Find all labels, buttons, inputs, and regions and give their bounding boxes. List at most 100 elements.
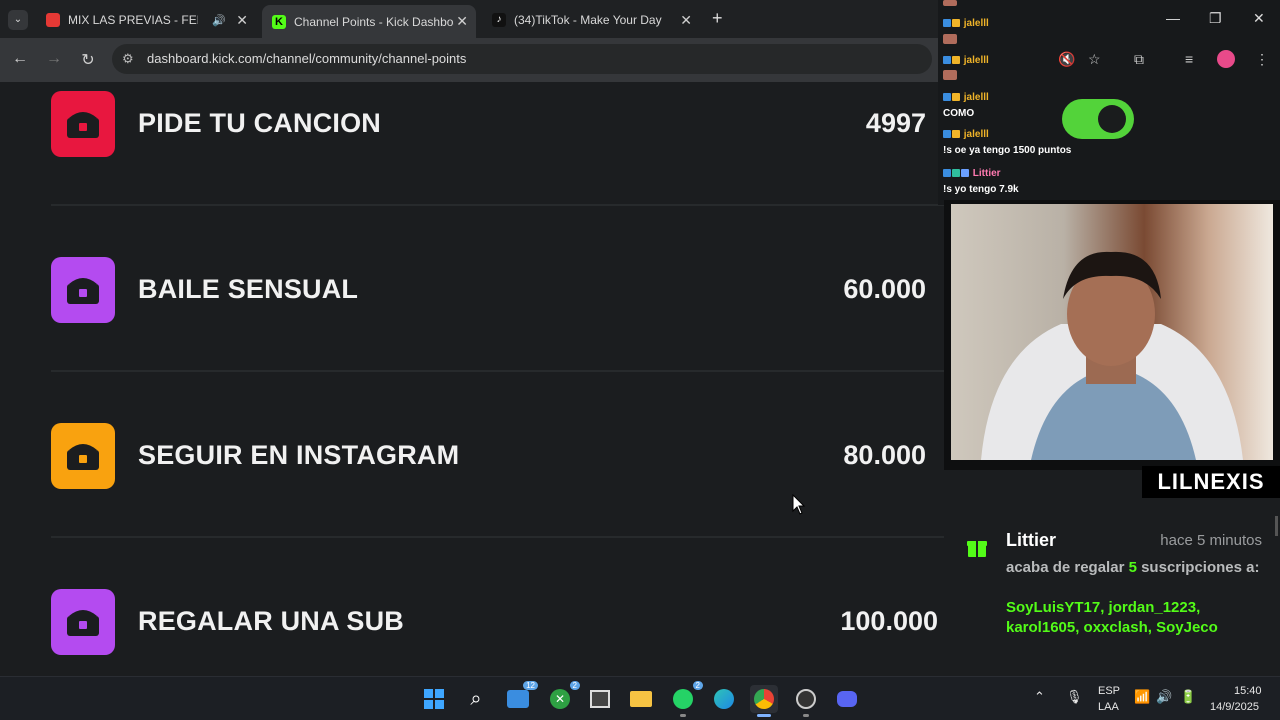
mute-icon[interactable]: 🔇 [1058, 51, 1075, 68]
tab-youtube[interactable]: MIX LAS PREVIAS - FER 🔊 ✕ [36, 6, 256, 34]
new-tab-button[interactable]: + [712, 8, 723, 29]
gift-count: 5 [1128, 559, 1137, 576]
mouse-cursor-icon [792, 494, 806, 515]
badge-icon [943, 19, 951, 28]
chat-line: jalelll [943, 129, 989, 140]
xbox-badge: 2 [569, 681, 580, 690]
tab-close-icon[interactable]: ✕ [236, 12, 248, 29]
toggle-switch[interactable] [1062, 99, 1134, 139]
chat-message: COMO [943, 108, 975, 119]
start-button[interactable] [420, 685, 448, 713]
back-button[interactable]: ← [10, 50, 30, 68]
divider [51, 536, 944, 538]
language-bottom[interactable]: LAA [1098, 701, 1119, 713]
obs-icon[interactable] [792, 685, 820, 717]
microphone-icon[interactable]: 🎙 [1066, 689, 1083, 705]
reward-row[interactable]: BAILE SENSUAL 60.000 [0, 248, 944, 348]
mail-icon[interactable]: 12 [504, 681, 538, 713]
edge-icon[interactable] [710, 685, 738, 713]
crown-icon [952, 56, 960, 65]
reward-chest-icon [51, 589, 115, 655]
badge-icon [961, 169, 969, 178]
app-icon[interactable] [586, 685, 614, 713]
reward-title: BAILE SENSUAL [138, 274, 359, 304]
crown-icon [952, 130, 960, 139]
xbox-icon[interactable]: ✕ 2 [546, 681, 580, 713]
emote-icon [943, 70, 957, 80]
reward-row[interactable]: REGALAR UNA SUB 100.000 [0, 580, 944, 676]
url-text: dashboard.kick.com/channel/community/cha… [147, 51, 467, 66]
restore-button[interactable]: ❐ [1209, 10, 1222, 27]
scrollbar[interactable] [1275, 516, 1278, 536]
clock-time[interactable]: 15:40 [1234, 685, 1262, 697]
minimize-button[interactable]: — [1166, 10, 1180, 26]
chat-line: jalelll [943, 18, 989, 29]
reward-cost: 100.000 [840, 606, 938, 636]
url-field[interactable]: ⚙ dashboard.kick.com/channel/community/c… [112, 44, 932, 74]
extensions-icon[interactable]: ⧉ [1134, 51, 1144, 68]
reward-chest-icon [51, 423, 115, 489]
badge-icon [943, 93, 951, 102]
emote-icon [943, 0, 957, 6]
running-indicator [680, 714, 686, 717]
reward-chest-icon [51, 91, 115, 157]
whatsapp-badge: 2 [692, 681, 703, 690]
chrome-icon[interactable] [750, 685, 778, 717]
battery-icon[interactable]: 🔋 [1180, 689, 1196, 705]
clock-date[interactable]: 14/9/2025 [1210, 701, 1259, 713]
site-info-icon[interactable]: ⚙ [122, 44, 134, 74]
tab-close-icon[interactable]: ✕ [680, 12, 692, 29]
tab-youtube-label: MIX LAS PREVIAS - FER [68, 13, 198, 27]
reward-cost: 4997 [865, 108, 926, 138]
reward-title: REGALAR UNA SUB [138, 606, 404, 636]
tab-tiktok[interactable]: ♪ (34)TikTok - Make Your Day ✕ [482, 6, 700, 34]
gift-message-pre: acaba de regalar [1006, 559, 1125, 576]
forward-button[interactable]: → [44, 50, 64, 68]
tab-close-icon[interactable]: ✕ [456, 13, 468, 30]
running-indicator [757, 714, 771, 717]
webcam-feed [944, 200, 1280, 470]
tab-search-button[interactable]: ⌄ [8, 10, 28, 30]
media-icon[interactable]: ≡ [1185, 51, 1193, 67]
reload-button[interactable]: ↻ [78, 50, 98, 70]
reward-chest-icon [51, 257, 115, 323]
menu-icon[interactable]: ⋮ [1255, 51, 1269, 68]
divider [51, 370, 944, 372]
windows-icon [424, 689, 444, 709]
mail-badge: 12 [523, 681, 538, 690]
language-top[interactable]: ESP [1098, 685, 1120, 697]
gift-message: acaba de regalar 5 suscripciones a: [1006, 558, 1266, 578]
youtube-icon [46, 13, 60, 27]
toggle-knob [1098, 105, 1126, 133]
chat-line: Littier [943, 168, 1001, 179]
kick-icon: K [272, 14, 286, 29]
close-window-button[interactable]: ✕ [1253, 10, 1265, 27]
file-explorer-icon[interactable] [627, 685, 655, 713]
volume-icon[interactable]: 🔊 [1156, 689, 1172, 705]
badge-icon [943, 130, 951, 139]
whatsapp-icon[interactable]: 2 [669, 681, 703, 717]
search-icon[interactable]: ⌕ [462, 685, 490, 713]
gift-message-post: suscripciones a: [1141, 559, 1260, 576]
emote-icon [943, 34, 957, 44]
star-icon[interactable]: ☆ [1088, 51, 1101, 68]
chat-message: !s oe ya tengo 1500 puntos [943, 145, 1072, 156]
gift-recipients: SoyLuisYT17, jordan_1223, karol1605, oxx… [1006, 599, 1218, 636]
reward-cost: 80.000 [843, 440, 926, 470]
chevron-up-icon[interactable]: ⌃ [1034, 689, 1045, 705]
streamer-silhouette [981, 251, 1243, 460]
reward-cost: 60.000 [843, 274, 926, 304]
profile-avatar[interactable] [1217, 50, 1235, 68]
channel-points-list: PIDE TU CANCION 4997 BAILE SENSUAL 60.00… [0, 82, 944, 676]
running-indicator [803, 714, 809, 717]
reward-row[interactable]: PIDE TU CANCION 4997 [0, 82, 944, 182]
tab-channel-points[interactable]: K Channel Points - Kick Dashboar ✕ [262, 5, 476, 38]
wifi-icon[interactable]: 📶 [1134, 689, 1150, 705]
crown-icon [952, 93, 960, 102]
discord-icon[interactable] [833, 685, 861, 713]
gift-badge-icon [952, 169, 960, 178]
reward-title: PIDE TU CANCION [138, 108, 382, 138]
chat-username: jalelll [963, 55, 989, 66]
chat-message: !s yo tengo 7.9k [943, 184, 1019, 195]
gift-icon [967, 541, 987, 557]
